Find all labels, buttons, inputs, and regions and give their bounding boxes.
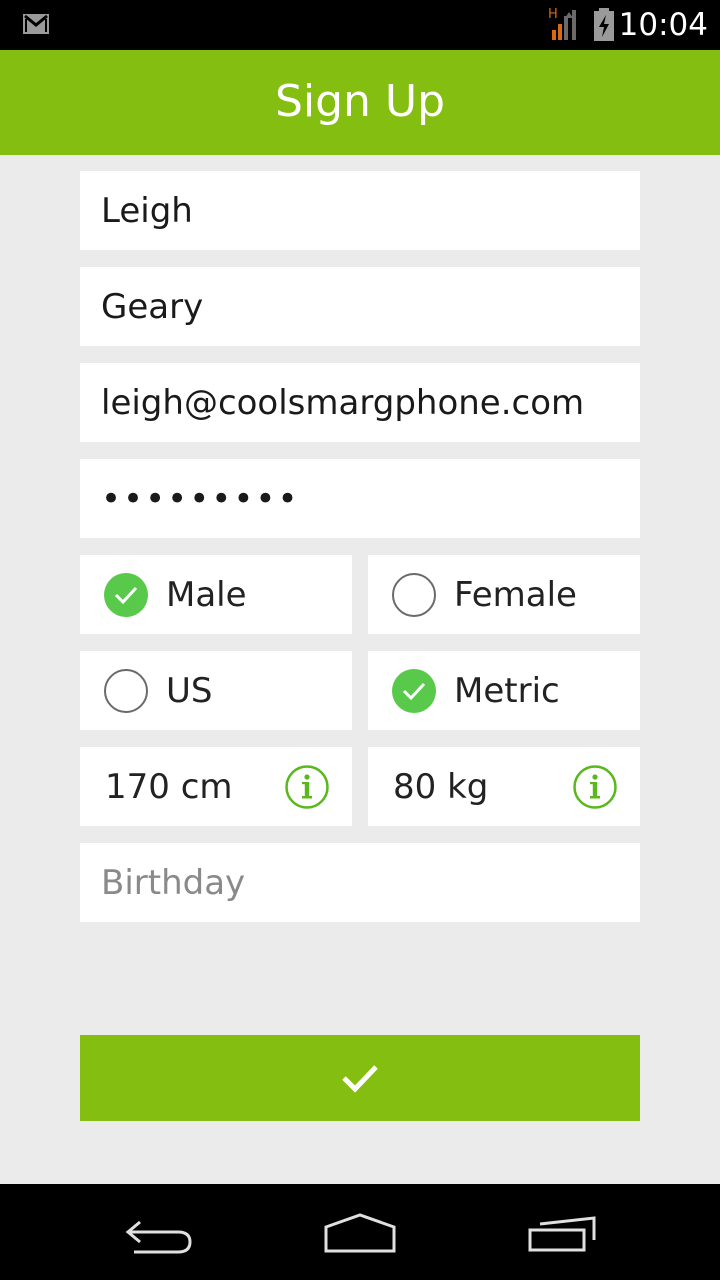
first-name-field[interactable]: Leigh [80,171,640,250]
last-name-value: Geary [101,287,204,327]
status-time: 10:04 [618,7,708,43]
birthday-placeholder: Birthday [101,863,246,903]
units-option-metric[interactable]: Metric [368,651,640,730]
gender-option-male[interactable]: Male [80,555,352,634]
unchecked-radio-icon [392,573,436,617]
gender-option-female[interactable]: Female [368,555,640,634]
first-name-value: Leigh [101,191,193,231]
submit-button[interactable] [80,1035,640,1121]
height-field[interactable]: 170 cm [80,747,352,826]
units-metric-label: Metric [454,671,560,711]
gmail-icon [23,14,49,34]
gender-female-label: Female [454,575,577,615]
home-icon[interactable] [322,1213,398,1255]
checked-radio-icon [392,669,436,713]
signal-icon: H [548,7,576,40]
checked-radio-icon [104,573,148,617]
last-name-field[interactable]: Geary [80,267,640,346]
status-bar: H 10:04 [0,0,720,50]
app-bar: Sign Up [0,50,720,155]
units-us-label: US [166,671,213,711]
weight-value: 80 kg [393,767,489,807]
password-field[interactable]: ••••••••• [80,459,640,538]
checkmark-icon [342,1065,378,1093]
unchecked-radio-icon [104,669,148,713]
birthday-field[interactable]: Birthday [80,843,640,922]
back-icon[interactable] [124,1214,196,1256]
email-value: leigh@coolsmargphone.com [101,383,585,423]
info-icon[interactable] [285,765,329,809]
network-type-label: H [548,7,558,22]
battery-icon [594,8,614,41]
recents-icon[interactable] [526,1216,600,1254]
info-icon[interactable] [573,765,617,809]
height-value: 170 cm [105,767,233,807]
email-field[interactable]: leigh@coolsmargphone.com [80,363,640,442]
units-option-us[interactable]: US [80,651,352,730]
password-value: ••••••••• [101,479,300,519]
gender-male-label: Male [166,575,247,615]
weight-field[interactable]: 80 kg [368,747,640,826]
page-title: Sign Up [274,76,446,127]
